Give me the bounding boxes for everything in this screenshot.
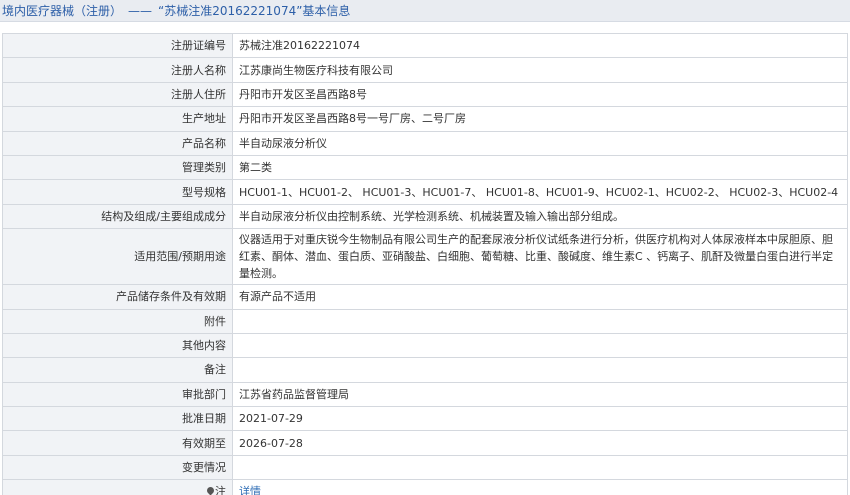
remarks-label: 备注 (2, 357, 233, 383)
intended-use-value: 仪器适用于对重庆锐今生物制品有限公司生产的配套尿液分析仪试纸条进行分析，供医疗机… (232, 228, 848, 286)
row-approval-date: 批准日期 2021-07-29 (2, 406, 848, 432)
row-intended-use: 适用范围/预期用途 仪器适用于对重庆锐今生物制品有限公司生产的配套尿液分析仪试纸… (2, 228, 848, 286)
registration-number-value: 苏械注准20162221074 (232, 32, 848, 59)
product-name-value: 半自动尿液分析仪 (232, 130, 848, 156)
header-record-title: “苏械注准20162221074”基本信息 (158, 4, 351, 18)
row-registrant-name: 注册人名称 江苏康尚生物医疗科技有限公司 (2, 57, 848, 83)
production-address-value: 丹阳市开发区圣昌西路8号一号厂房、二号厂房 (232, 106, 848, 132)
remarks-value (232, 357, 848, 383)
row-valid-until: 有效期至 2026-07-28 (2, 430, 848, 456)
row-approval-department: 审批部门 江苏省药品监督管理局 (2, 381, 848, 408)
row-change-status: 变更情况 (2, 454, 848, 481)
intended-use-label: 适用范围/预期用途 (2, 228, 233, 286)
registrant-address-label: 注册人住所 (2, 81, 233, 108)
header-section-title: 境内医疗器械（注册） (2, 4, 123, 18)
row-management-category: 管理类别 第二类 (2, 154, 848, 181)
structure-composition-label: 结构及组成/主要组成成分 (2, 203, 233, 230)
model-spec-label: 型号规格 (2, 179, 233, 205)
row-remarks: 备注 (2, 357, 848, 383)
row-other-content: 其他内容 (2, 332, 848, 359)
management-category-value: 第二类 (232, 154, 848, 181)
note-label-cell: 注 (2, 479, 233, 495)
row-model-spec: 型号规格 HCU01-1、HCU01-2、 HCU01-3、HCU01-7、 H… (2, 179, 848, 205)
valid-until-value: 2026-07-28 (232, 430, 848, 456)
row-registration-number: 注册证编号 苏械注准20162221074 (2, 32, 848, 59)
row-product-name: 产品名称 半自动尿液分析仪 (2, 130, 848, 156)
registrant-name-value: 江苏康尚生物医疗科技有限公司 (232, 57, 848, 83)
details-link[interactable]: 详情 (239, 485, 261, 495)
pin-icon (207, 487, 214, 495)
structure-composition-value: 半自动尿液分析仪由控制系统、光学检测系统、机械装置及输入输出部分组成。 (232, 203, 848, 230)
change-status-value (232, 454, 848, 481)
registrant-address-value: 丹阳市开发区圣昌西路8号 (232, 81, 848, 108)
change-status-label: 变更情况 (2, 454, 233, 481)
other-content-label: 其他内容 (2, 332, 233, 359)
valid-until-label: 有效期至 (2, 430, 233, 456)
approval-date-label: 批准日期 (2, 406, 233, 432)
attachment-value (232, 308, 848, 334)
page-header: 境内医疗器械（注册） —— “苏械注准20162221074”基本信息 (0, 0, 850, 22)
registration-number-label: 注册证编号 (2, 32, 233, 59)
approval-department-label: 审批部门 (2, 381, 233, 408)
row-production-address: 生产地址 丹阳市开发区圣昌西路8号一号厂房、二号厂房 (2, 106, 848, 132)
approval-date-value: 2021-07-29 (232, 406, 848, 432)
row-note: 注 详情 (2, 479, 848, 495)
attachment-label: 附件 (2, 308, 233, 334)
note-value-cell: 详情 (232, 479, 848, 495)
row-attachment: 附件 (2, 308, 848, 334)
other-content-value (232, 332, 848, 359)
row-structure-composition: 结构及组成/主要组成成分 半自动尿液分析仪由控制系统、光学检测系统、机械装置及输… (2, 203, 848, 230)
row-registrant-address: 注册人住所 丹阳市开发区圣昌西路8号 (2, 81, 848, 108)
registrant-name-label: 注册人名称 (2, 57, 233, 83)
model-spec-value: HCU01-1、HCU01-2、 HCU01-3、HCU01-7、 HCU01-… (232, 179, 848, 205)
page: 境内医疗器械（注册） —— “苏械注准20162221074”基本信息 注册证编… (0, 0, 850, 495)
approval-department-value: 江苏省药品监督管理局 (232, 381, 848, 408)
storage-validity-label: 产品储存条件及有效期 (2, 284, 233, 310)
basic-info-table: 注册证编号 苏械注准20162221074 注册人名称 江苏康尚生物医疗科技有限… (2, 32, 848, 495)
header-separator: —— (128, 3, 153, 18)
management-category-label: 管理类别 (2, 154, 233, 181)
note-label: 注 (215, 485, 226, 495)
product-name-label: 产品名称 (2, 130, 233, 156)
production-address-label: 生产地址 (2, 106, 233, 132)
row-storage-validity: 产品储存条件及有效期 有源产品不适用 (2, 284, 848, 310)
storage-validity-value: 有源产品不适用 (232, 284, 848, 310)
